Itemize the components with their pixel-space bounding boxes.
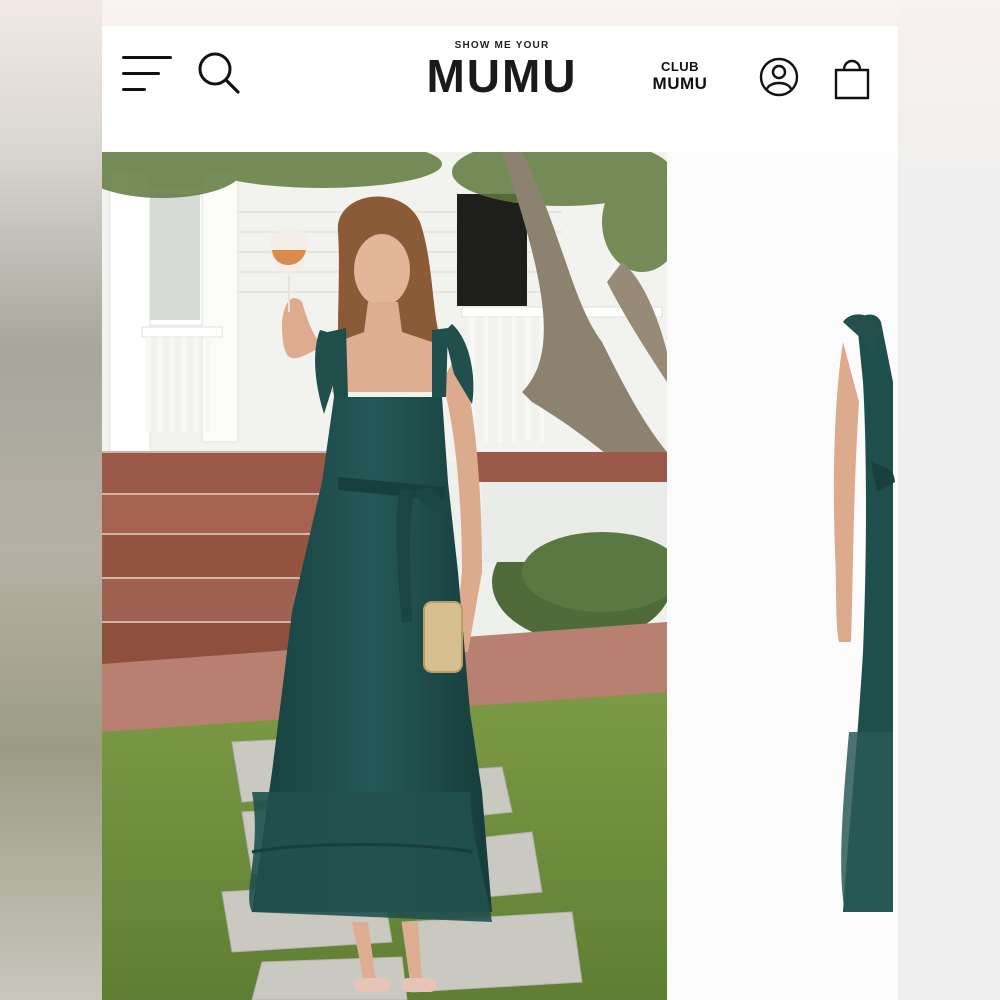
product-side-image[interactable] [667,152,898,1000]
club-mumu-link[interactable]: CLUB MUMU [644,58,716,92]
account-icon[interactable] [758,56,800,98]
club-label: CLUB [660,59,700,74]
brand-logo[interactable]: SHOW ME YOUR MUMU [422,40,582,99]
site-header: SHOW ME YOUR MUMU CLUB MUMU [102,26,898,152]
background-blur-right [898,0,1000,1000]
shopping-bag-icon[interactable] [832,54,872,102]
background-blur-left [0,0,102,1000]
club-brand-label: MUMU [652,74,708,93]
product-main-image[interactable] [102,152,667,1000]
product-gallery [102,152,898,1000]
mobile-page: SHOW ME YOUR MUMU CLUB MUMU [102,26,898,1000]
logo-wordmark: MUMU [426,50,578,102]
background-blur-top [102,0,898,26]
search-icon[interactable] [196,50,242,96]
hamburger-menu-icon[interactable] [122,54,174,94]
